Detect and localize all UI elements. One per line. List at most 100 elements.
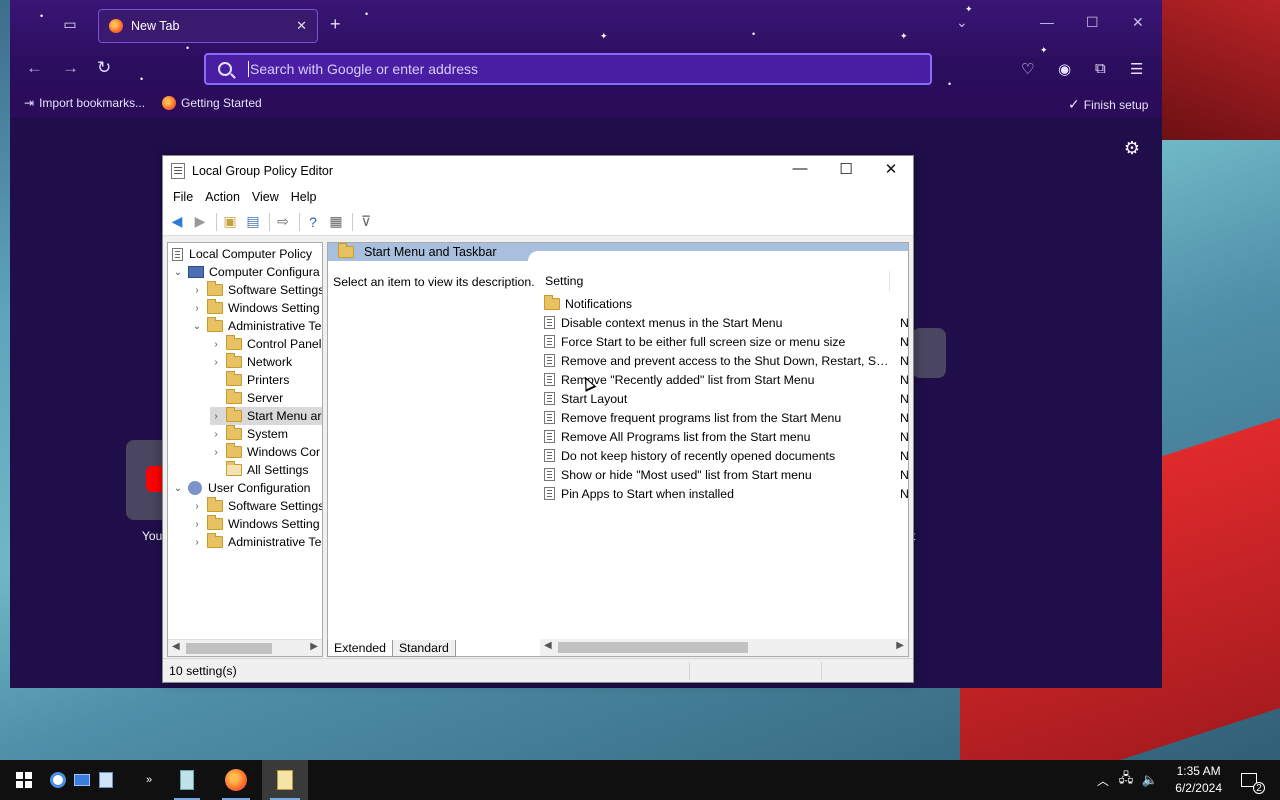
chevron-right-icon[interactable]: › <box>191 303 203 314</box>
shortcut-tile[interactable] <box>912 328 946 378</box>
tree-item-all-settings[interactable]: All Settings <box>210 461 309 479</box>
account-icon[interactable]: ◉ <box>1058 60 1071 78</box>
show-hide-tree-icon[interactable]: ▤ <box>243 212 263 232</box>
menu-icon[interactable]: ☰ <box>1130 60 1143 78</box>
scrollbar-thumb[interactable] <box>186 643 272 654</box>
tree-item-windows-components[interactable]: › Windows Cor <box>210 443 320 461</box>
close-icon[interactable]: ✕ <box>868 160 914 182</box>
finish-setup-button[interactable]: ✓ Finish setup <box>1068 96 1148 113</box>
list-item-policy[interactable]: Do not keep history of recently opened d… <box>544 446 908 465</box>
tree-item-computer-configuration[interactable]: ⌄ Computer Configura <box>172 263 320 281</box>
help-icon[interactable]: ? <box>303 212 323 232</box>
tree-item-cc-windows-settings[interactable]: › Windows Setting <box>191 299 320 317</box>
close-window-icon[interactable]: ✕ <box>1132 14 1144 31</box>
start-button[interactable] <box>4 760 44 800</box>
overflow-chevron-icon[interactable]: » <box>140 760 158 800</box>
menu-action[interactable]: Action <box>199 190 246 204</box>
chevron-right-icon[interactable]: › <box>191 537 203 548</box>
minimize-icon[interactable]: — <box>1040 14 1054 30</box>
tab-new-tab[interactable]: New Tab ✕ <box>98 9 318 43</box>
list-item-notifications-folder[interactable]: Notifications <box>544 294 908 313</box>
column-header-setting[interactable]: Setting <box>540 271 890 291</box>
back-arrow-icon[interactable]: ◀ <box>167 212 187 232</box>
chevron-right-icon[interactable]: › <box>210 411 222 422</box>
getting-started-bookmark[interactable]: Getting Started <box>162 96 262 110</box>
scroll-left-icon[interactable]: ◀ <box>544 640 552 651</box>
maximize-icon[interactable]: ☐ <box>823 160 869 182</box>
back-icon[interactable]: ← <box>26 58 43 78</box>
minimize-icon[interactable]: — <box>777 160 823 182</box>
tree-item-printers[interactable]: Printers <box>210 371 289 389</box>
list-horizontal-scrollbar[interactable]: ◀ ▶ <box>540 639 908 656</box>
tree-item-uc-windows-settings[interactable]: › Windows Setting <box>191 515 320 533</box>
scroll-right-icon[interactable]: ▶ <box>896 640 904 651</box>
chevron-down-icon[interactable]: ⌄ <box>172 267 184 278</box>
list-item-policy[interactable]: Show or hide "Most used" list from Start… <box>544 465 908 484</box>
list-item-policy[interactable]: Remove "Recently added" list from Start … <box>544 370 908 389</box>
extensions-icon[interactable]: ⧉ <box>1095 60 1106 77</box>
tree-item-uc-administrative-templates[interactable]: › Administrative Te <box>191 533 321 551</box>
properties-icon[interactable]: ▦ <box>326 212 346 232</box>
tree-item-system[interactable]: › System <box>210 425 288 443</box>
tree-item-server[interactable]: Server <box>210 389 283 407</box>
scroll-right-icon[interactable]: ▶ <box>310 641 318 652</box>
network-icon[interactable]: 🖧 <box>1116 760 1136 800</box>
new-tab-button[interactable]: + <box>330 14 341 35</box>
list-item-policy[interactable]: Remove and prevent access to the Shut Do… <box>544 351 908 370</box>
export-list-icon[interactable]: ⇨ <box>273 212 293 232</box>
chevron-right-icon[interactable]: › <box>210 357 222 368</box>
list-item-policy[interactable]: Remove frequent programs list from the S… <box>544 408 908 427</box>
show-hidden-icons-chevron[interactable]: ︿ <box>1094 760 1112 800</box>
notification-center-icon[interactable]: 2 <box>1234 760 1265 800</box>
chevron-right-icon[interactable]: › <box>191 285 203 296</box>
chevron-right-icon[interactable]: › <box>191 501 203 512</box>
menu-help[interactable]: Help <box>285 190 323 204</box>
list-item-policy[interactable]: Disable context menus in the Start Menu … <box>544 313 908 332</box>
forward-arrow-icon[interactable]: ▶ <box>190 212 210 232</box>
address-bar[interactable]: Search with Google or enter address <box>204 53 932 85</box>
menu-file[interactable]: File <box>167 190 199 204</box>
pocket-icon[interactable]: ♡ <box>1021 60 1034 78</box>
tree-item-control-panel[interactable]: › Control Panel <box>210 335 322 353</box>
chevron-down-icon[interactable]: ⌄ <box>191 321 203 332</box>
menu-view[interactable]: View <box>246 190 285 204</box>
tree-item-local-computer-policy[interactable]: Local Computer Policy <box>172 245 312 263</box>
maximize-icon[interactable]: ☐ <box>1086 14 1099 31</box>
gpedit-titlebar[interactable]: Local Group Policy Editor — ☐ ✕ <box>163 156 913 186</box>
chevron-right-icon[interactable]: › <box>210 447 222 458</box>
taskbar-app-recycle[interactable] <box>166 760 208 800</box>
tree-horizontal-scrollbar[interactable]: ◀ ▶ <box>168 639 322 656</box>
filter-icon[interactable]: ⊽ <box>356 212 376 232</box>
forward-icon[interactable]: → <box>62 58 79 78</box>
tree-item-network[interactable]: › Network <box>210 353 292 371</box>
tree-item-uc-software-settings[interactable]: › Software Settings <box>191 497 322 515</box>
tab-standard[interactable]: Standard <box>391 639 456 657</box>
reload-icon[interactable]: ↻ <box>97 58 111 78</box>
volume-muted-icon[interactable]: 🔈 <box>1140 760 1160 800</box>
tab-extended[interactable]: Extended <box>327 639 393 657</box>
list-item-policy[interactable]: Remove All Programs list from the Start … <box>544 427 908 446</box>
taskbar-app-gpedit[interactable] <box>262 760 308 800</box>
list-item-policy[interactable]: Pin Apps to Start when installed N <box>544 484 908 503</box>
tab-list-icon[interactable]: ▭ <box>60 16 80 36</box>
close-tab-icon[interactable]: ✕ <box>296 18 307 34</box>
chevron-right-icon[interactable]: › <box>210 429 222 440</box>
monitor-icon[interactable] <box>72 760 92 800</box>
taskbar-app-firefox[interactable] <box>214 760 258 800</box>
chrome-icon[interactable] <box>48 760 68 800</box>
chevron-right-icon[interactable]: › <box>191 519 203 530</box>
gear-icon[interactable]: ⚙ <box>1124 138 1140 159</box>
tree-item-cc-administrative-templates[interactable]: ⌄ Administrative Te <box>191 317 321 335</box>
scrollbar-thumb[interactable] <box>558 642 748 653</box>
tree-item-cc-software-settings[interactable]: › Software Settings <box>191 281 322 299</box>
scroll-left-icon[interactable]: ◀ <box>172 641 180 652</box>
list-all-tabs-icon[interactable]: ⌄ <box>956 14 968 31</box>
import-bookmarks-link[interactable]: ⇥ Import bookmarks... <box>24 96 145 110</box>
clock[interactable]: 1:35 AM 6/2/2024 <box>1175 763 1222 797</box>
tree-item-user-configuration[interactable]: ⌄ User Configuration <box>172 479 311 497</box>
document-icon[interactable] <box>96 760 116 800</box>
list-item-policy[interactable]: Start Layout N <box>544 389 908 408</box>
list-item-policy[interactable]: Force Start to be either full screen siz… <box>544 332 908 351</box>
chevron-down-icon[interactable]: ⌄ <box>172 483 184 494</box>
chevron-right-icon[interactable]: › <box>210 339 222 350</box>
